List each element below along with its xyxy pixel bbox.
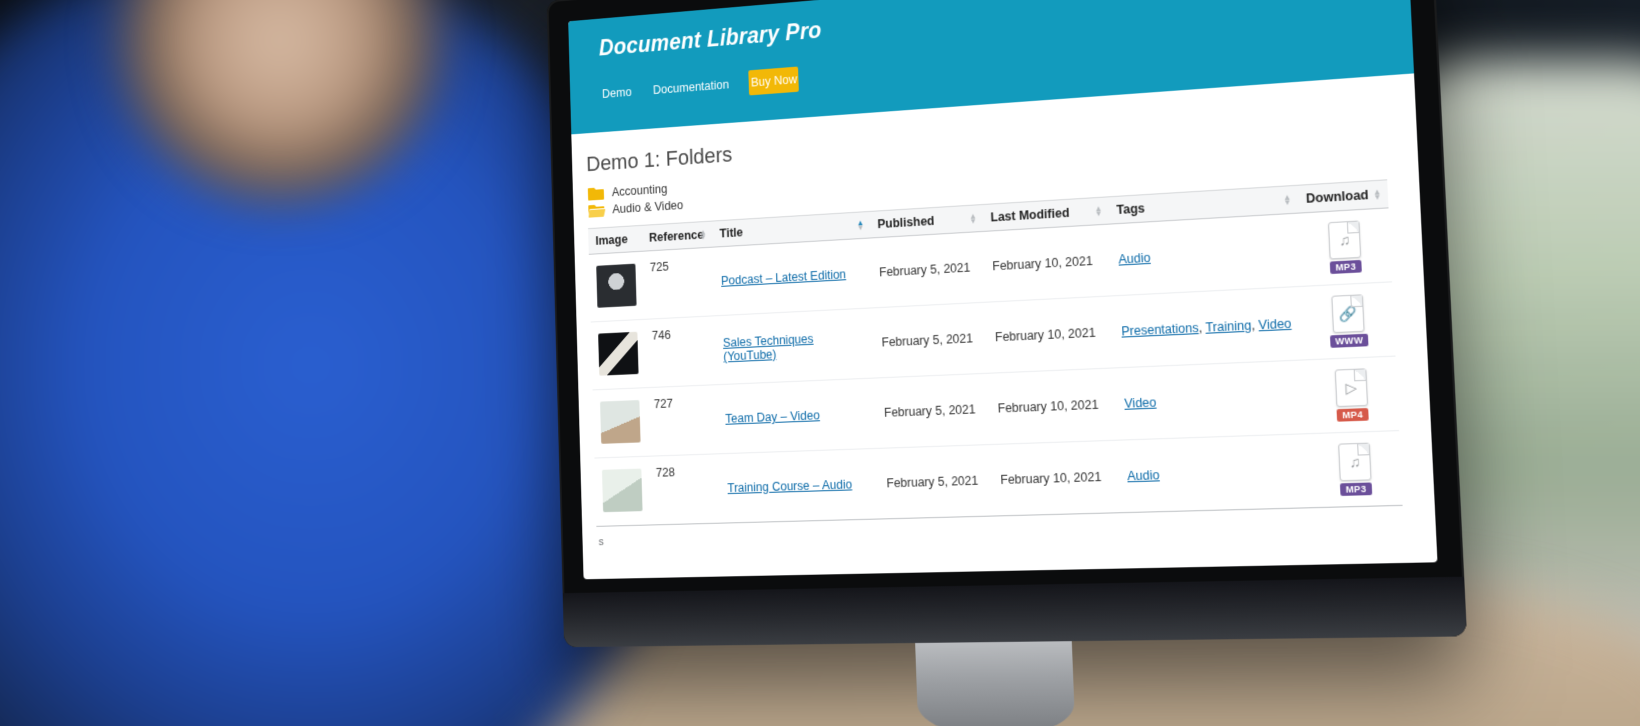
file-badge: MP4 [1337,408,1369,422]
download-button[interactable]: 🔗WWW [1310,293,1386,348]
cell-published: February 5, 2021 [878,445,994,519]
cell-reference: 746 [644,316,717,388]
thumbnail[interactable] [598,331,638,375]
cell-reference: 728 [648,454,721,525]
file-badge: MP3 [1340,482,1372,495]
col-reference[interactable]: Reference ▲▼ [641,221,712,251]
cell-modified: February 10, 2021 [991,440,1120,516]
title-link[interactable]: Training Course – Audio [727,478,852,496]
tag-link[interactable]: Presentations [1121,321,1199,339]
download-button[interactable]: ♫MP3 [1307,219,1383,275]
screen: Document Library Pro Demo Documentation … [568,0,1437,579]
col-image[interactable]: Image [588,225,642,254]
content: Demo 1: Folders Accounting Audio & Video… [571,73,1436,562]
file-icon: ♫ [1338,443,1371,482]
folder-label: Accounting [612,182,668,199]
title-link[interactable]: Podcast – Latest Edition [721,267,846,287]
cell-published: February 5, 2021 [873,302,989,378]
cell-reference: 727 [646,385,719,457]
cell-modified: February 10, 2021 [986,296,1115,373]
buy-now-button[interactable]: Buy Now [749,66,800,95]
cell-tags: Video [1115,360,1308,440]
sort-icon: ▲▼ [969,213,977,223]
thumbnail[interactable] [602,468,643,512]
download-button[interactable]: ♫MP3 [1317,442,1393,497]
cell-reference: 725 [642,247,715,319]
tag-link[interactable]: Audio [1118,251,1151,267]
file-icon: 🔗 [1331,294,1364,333]
tag-link[interactable]: Audio [1127,468,1160,483]
cell-modified: February 10, 2021 [983,224,1112,302]
title-link[interactable]: Sales Techniques (YouTube) [723,332,814,364]
cell-tags: Audio [1118,434,1312,513]
file-icon: ▷ [1335,368,1368,407]
file-badge: MP3 [1330,260,1361,274]
monitor: Document Library Pro Demo Documentation … [547,0,1467,647]
title-link[interactable]: Team Day – Video [725,408,820,425]
thumbnail[interactable] [596,263,636,307]
thumbnail[interactable] [600,400,641,444]
folder-open-icon [587,202,605,218]
tag-link[interactable]: Video [1258,316,1292,332]
download-button[interactable]: ▷MP4 [1314,367,1390,422]
sort-icon: ▲▼ [1373,189,1382,200]
folder-icon [587,185,605,201]
col-download[interactable]: Download ▲▼ [1297,180,1388,213]
document-table: Image Reference ▲▼ Title ▲▼ Published ▲▼ [588,179,1403,527]
tag-link[interactable]: Training [1205,318,1251,334]
cell-tags: Audio [1109,213,1302,296]
nav-documentation[interactable]: Documentation [651,72,731,103]
sort-icon: ▲▼ [1283,194,1292,205]
tag-link[interactable]: Video [1124,395,1157,411]
file-badge: WWW [1330,334,1369,348]
sort-icon: ▲▼ [857,220,865,230]
file-icon: ♫ [1328,220,1361,259]
cell-published: February 5, 2021 [875,373,991,448]
nav-demo[interactable]: Demo [600,79,634,106]
folder-label: Audio & Video [612,198,683,216]
sort-icon: ▲▼ [699,230,706,240]
cell-published: February 5, 2021 [870,231,986,307]
sort-icon: ▲▼ [1094,206,1102,217]
cell-tags: Presentations, Training, Video [1112,286,1305,368]
cell-modified: February 10, 2021 [989,368,1118,445]
